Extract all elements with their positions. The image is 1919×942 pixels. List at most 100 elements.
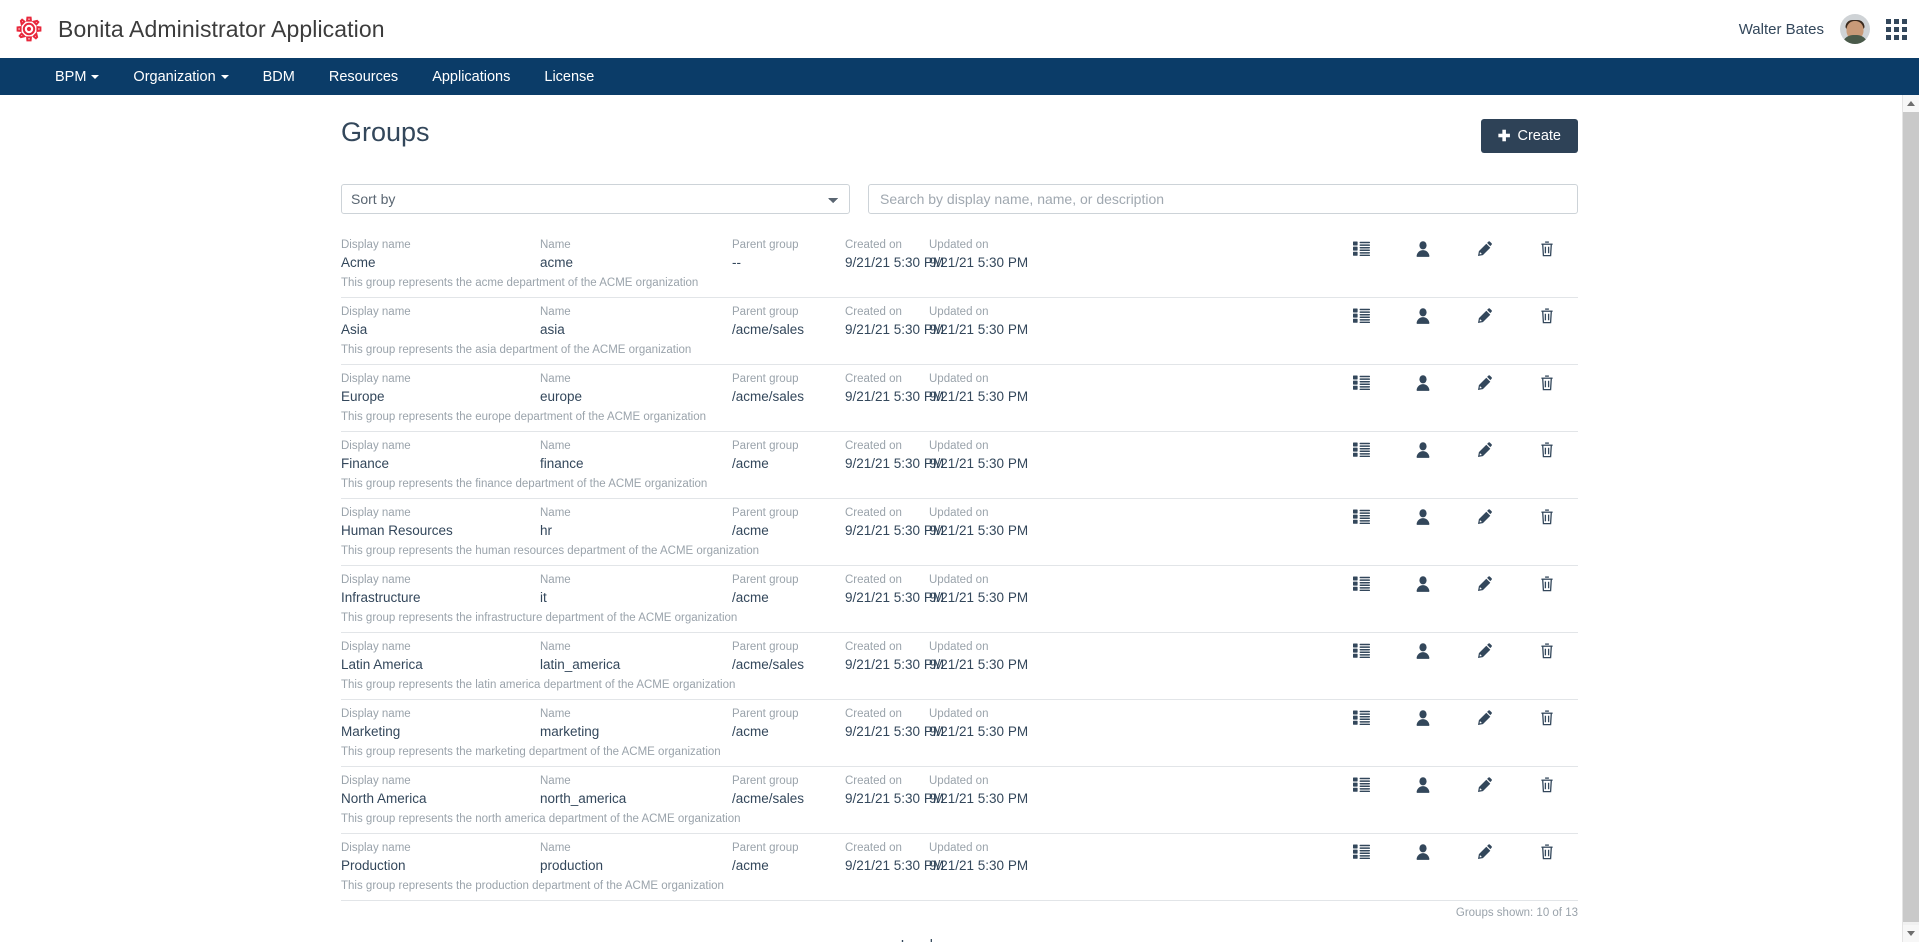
cell-name: Namefinance: [540, 439, 732, 473]
user-icon[interactable]: [1392, 308, 1454, 324]
user-icon[interactable]: [1392, 576, 1454, 592]
cell-label: Created on: [845, 774, 929, 789]
cell-parent-group: Parent group/acme/sales: [732, 640, 845, 674]
list-icon[interactable]: [1330, 710, 1392, 725]
list-icon[interactable]: [1330, 576, 1392, 591]
pencil-icon[interactable]: [1454, 509, 1516, 525]
user-icon[interactable]: [1392, 777, 1454, 793]
cell-created-on: Created on9/21/21 5:30 PM: [845, 305, 929, 339]
scroll-down-button[interactable]: [1903, 925, 1919, 942]
cell-value: 9/21/21 5:30 PM: [845, 521, 929, 540]
group-description: This group represents the europe departm…: [341, 406, 1578, 431]
user-icon[interactable]: [1392, 442, 1454, 458]
user-icon[interactable]: [1392, 710, 1454, 726]
pencil-icon[interactable]: [1454, 375, 1516, 391]
trash-icon[interactable]: [1516, 240, 1578, 257]
nav-item-license[interactable]: License: [527, 58, 611, 95]
trash-icon[interactable]: [1516, 508, 1578, 525]
row-actions: [1330, 506, 1578, 525]
list-icon[interactable]: [1330, 643, 1392, 658]
cell-label: Created on: [845, 640, 929, 655]
cell-label: Parent group: [732, 774, 845, 789]
row-actions: [1330, 238, 1578, 257]
list-icon[interactable]: [1330, 375, 1392, 390]
cell-updated-on: Updated on9/21/21 5:30 PM: [929, 573, 1059, 607]
grid-cell: [1894, 27, 1899, 32]
scrollbar-thumb[interactable]: [1903, 112, 1919, 922]
nav-item-bdm[interactable]: BDM: [246, 58, 312, 95]
cell-value: hr: [540, 521, 732, 540]
cell-label: Parent group: [732, 238, 845, 253]
trash-icon[interactable]: [1516, 642, 1578, 659]
pencil-icon[interactable]: [1454, 576, 1516, 592]
header-right-cluster: Walter Bates: [1739, 14, 1919, 44]
pencil-icon[interactable]: [1454, 643, 1516, 659]
table-row: Display nameAsiaNameasiaParent group/acm…: [341, 298, 1578, 365]
gear-icon[interactable]: [0, 16, 58, 42]
cell-label: Parent group: [732, 372, 845, 387]
cell-label: Name: [540, 238, 732, 253]
table-row-main: Display nameAcmeNameacmeParent group--Cr…: [341, 238, 1578, 272]
cell-created-on: Created on9/21/21 5:30 PM: [845, 439, 929, 473]
cell-value: 9/21/21 5:30 PM: [929, 253, 1059, 272]
nav-item-bpm[interactable]: BPM: [38, 58, 116, 95]
scroll-up-button[interactable]: [1903, 95, 1919, 112]
user-name[interactable]: Walter Bates: [1739, 21, 1824, 38]
cell-label: Parent group: [732, 439, 845, 454]
list-icon[interactable]: [1330, 442, 1392, 457]
cell-value: Production: [341, 856, 540, 875]
cell-updated-on: Updated on9/21/21 5:30 PM: [929, 841, 1059, 875]
list-icon[interactable]: [1330, 844, 1392, 859]
vertical-scrollbar[interactable]: [1902, 95, 1919, 942]
trash-icon[interactable]: [1516, 575, 1578, 592]
nav-item-organization[interactable]: Organization: [116, 58, 245, 95]
cell-parent-group: Parent group--: [732, 238, 845, 272]
plus-icon: ✚: [1498, 129, 1511, 144]
load-more-groups-button[interactable]: Load more groups: [327, 938, 1592, 942]
user-icon[interactable]: [1392, 241, 1454, 257]
table-row-main: Display nameAsiaNameasiaParent group/acm…: [341, 305, 1578, 339]
cell-label: Display name: [341, 439, 540, 454]
cell-label: Name: [540, 439, 732, 454]
create-button[interactable]: ✚ Create: [1481, 119, 1578, 153]
cell-value: 9/21/21 5:30 PM: [929, 856, 1059, 875]
grid-cell: [1902, 27, 1907, 32]
cell-created-on: Created on9/21/21 5:30 PM: [845, 707, 929, 741]
pencil-icon[interactable]: [1454, 710, 1516, 726]
cell-label: Parent group: [732, 841, 845, 856]
list-icon[interactable]: [1330, 241, 1392, 256]
trash-icon[interactable]: [1516, 709, 1578, 726]
avatar[interactable]: [1840, 14, 1870, 44]
cell-value: 9/21/21 5:30 PM: [929, 454, 1059, 473]
cell-value: 9/21/21 5:30 PM: [929, 320, 1059, 339]
list-icon[interactable]: [1330, 777, 1392, 792]
trash-icon[interactable]: [1516, 374, 1578, 391]
user-icon[interactable]: [1392, 509, 1454, 525]
pencil-icon[interactable]: [1454, 308, 1516, 324]
trash-icon[interactable]: [1516, 776, 1578, 793]
search-input[interactable]: [868, 184, 1578, 214]
user-icon[interactable]: [1392, 643, 1454, 659]
user-icon[interactable]: [1392, 375, 1454, 391]
grid-menu-icon[interactable]: [1886, 19, 1907, 40]
sort-by-select[interactable]: Sort by: [341, 184, 850, 214]
pencil-icon[interactable]: [1454, 844, 1516, 860]
cell-updated-on: Updated on9/21/21 5:30 PM: [929, 640, 1059, 674]
cell-value: 9/21/21 5:30 PM: [845, 722, 929, 741]
pencil-icon[interactable]: [1454, 777, 1516, 793]
cell-parent-group: Parent group/acme/sales: [732, 305, 845, 339]
list-icon[interactable]: [1330, 308, 1392, 323]
nav-item-resources[interactable]: Resources: [312, 58, 415, 95]
trash-icon[interactable]: [1516, 307, 1578, 324]
nav-item-applications[interactable]: Applications: [415, 58, 527, 95]
pencil-icon[interactable]: [1454, 241, 1516, 257]
trash-icon[interactable]: [1516, 441, 1578, 458]
list-icon[interactable]: [1330, 509, 1392, 524]
page-title: Groups: [341, 117, 430, 148]
trash-icon[interactable]: [1516, 843, 1578, 860]
cell-value: marketing: [540, 722, 732, 741]
top-header-bar: Bonita Administrator Application Walter …: [0, 0, 1919, 58]
user-icon[interactable]: [1392, 844, 1454, 860]
grid-cell: [1902, 19, 1907, 24]
pencil-icon[interactable]: [1454, 442, 1516, 458]
